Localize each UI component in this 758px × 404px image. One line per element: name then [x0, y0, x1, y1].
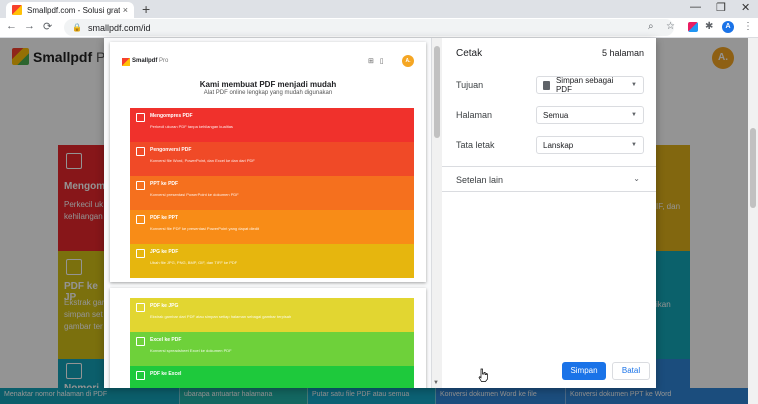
cancel-button[interactable]: Batal [612, 362, 650, 380]
zoom-icon[interactable]: ⌕ [648, 21, 654, 32]
minimize-icon[interactable]: — [690, 1, 701, 13]
print-settings: Cetak 5 halaman Tujuan Simpan sebagai PD… [442, 38, 656, 388]
chevron-down-icon: ▼ [631, 82, 637, 88]
browser-tab[interactable]: Smallpdf.com - Solusi gratis untu × [6, 2, 134, 18]
tool-desc: Perkecil ukuran PDF tanpa kehilangan kua… [150, 124, 233, 129]
preview-subtitle: Alat PDF online lengkap yang mudah digun… [203, 90, 333, 96]
chevron-down-icon: ⌄ [633, 174, 640, 183]
tool-desc: Ubah file JPG, PNG, BMP, GIF, dan TIFF k… [150, 260, 238, 265]
preview-scrollbar-thumb[interactable] [434, 46, 440, 138]
tab-close-icon[interactable]: × [123, 5, 128, 15]
smallpdf-favicon-icon [12, 5, 22, 15]
convert-icon [136, 147, 145, 156]
tool-desc: Konversi file Word, PowerPoint, dan Exce… [150, 158, 255, 163]
tool-name: PDF ke JPG [150, 303, 179, 309]
preview-tool: PDF ke JPG Ekstrak gambar dari PDF atau … [130, 298, 414, 332]
pages-value: Semua [543, 110, 569, 120]
url-text: smallpdf.com/id [87, 22, 151, 33]
destination-value: Simpan sebagai PDF [555, 76, 614, 94]
tool-name: Mengompres PDF [150, 113, 193, 119]
tool-desc: Ekstrak gambar dari PDF atau simpan seti… [150, 314, 292, 319]
extensions-puzzle-icon[interactable]: ✱ [705, 21, 713, 32]
new-tab-button[interactable]: + [142, 1, 150, 17]
ppt-icon [136, 215, 145, 224]
layout-value: Lanskap [543, 140, 574, 150]
preview-tool: JPG ke PDF Ubah file JPG, PNG, BMP, GIF,… [130, 244, 414, 278]
reload-icon[interactable]: ⟳ [43, 20, 52, 33]
image-icon [136, 249, 145, 258]
preview-tool: PDF ke Excel [130, 366, 414, 388]
preview-page-1: Smallpdf Pro ⊞ ▯ A. Kami membuat PDF men… [110, 42, 426, 282]
lock-icon: 🔒 [72, 23, 82, 32]
scroll-down-arrow-icon[interactable]: ▼ [433, 380, 439, 386]
image-icon [136, 303, 145, 312]
tool-desc: Konversi spreadsheet Excel ke dokumen PD… [150, 348, 232, 353]
preview-tool: Mengompres PDF Perkecil ukuran PDF tanpa… [130, 108, 414, 142]
menu-kebab-icon[interactable]: ⋮ [743, 21, 753, 32]
excel-icon [136, 337, 145, 346]
destination-select[interactable]: Simpan sebagai PDF ▼ [536, 76, 644, 94]
excel-icon [136, 371, 145, 380]
tool-name: PPT ke PDF [150, 181, 179, 187]
tool-name: JPG ke PDF [150, 249, 179, 255]
layout-label: Tata letak [456, 140, 495, 150]
ppt-icon [136, 181, 145, 190]
preview-tool: PDF ke PPT Konversi file PDF ke presenta… [130, 210, 414, 244]
tool-name: PDF ke PPT [150, 215, 179, 221]
maximize-icon[interactable]: ❐ [716, 1, 726, 14]
preview-title: Kami membuat PDF menjadi mudah [199, 80, 337, 89]
back-icon[interactable]: ← [6, 20, 17, 32]
pages-label: Halaman [456, 110, 493, 120]
tool-name: Excel ke PDF [150, 337, 182, 343]
preview-scrollbar[interactable]: ▼ [432, 38, 442, 388]
save-button[interactable]: Simpan [562, 362, 606, 380]
compress-icon [136, 113, 145, 122]
profile-avatar[interactable]: A [722, 21, 734, 33]
more-settings-toggle[interactable]: Setelan lain ⌄ [442, 166, 656, 192]
browser-toolbar: ← → ⟳ 🔒 smallpdf.com/id ⌕ ☆ ✱ A ⋮ [0, 18, 758, 38]
hand-cursor-icon [478, 368, 488, 382]
tool-desc: Konversi file PDF ke presentasi PowerPoi… [150, 226, 259, 231]
print-preview: Smallpdf Pro ⊞ ▯ A. Kami membuat PDF men… [104, 38, 432, 388]
tool-name: Pengonversi PDF [150, 147, 192, 153]
close-window-icon[interactable]: ✕ [741, 1, 750, 14]
bookmark-star-icon[interactable]: ☆ [666, 21, 675, 32]
preview-header-icons: ⊞ ▯ [368, 58, 384, 65]
preview-tool: Pengonversi PDF Konversi file Word, Powe… [130, 142, 414, 176]
chevron-down-icon: ▼ [631, 112, 637, 118]
forward-icon[interactable]: → [24, 20, 35, 32]
page-scrollbar[interactable] [748, 38, 758, 404]
layout-select[interactable]: Lanskap ▼ [536, 136, 644, 154]
more-settings-label: Setelan lain [456, 175, 504, 185]
preview-avatar: A. [402, 55, 414, 67]
smallpdf-logo-icon [122, 58, 130, 66]
browser-titlebar: Smallpdf.com - Solusi gratis untu × + — … [0, 0, 758, 18]
preview-tool: PPT ke PDF Konversi presentasi PowerPoin… [130, 176, 414, 210]
address-bar[interactable]: 🔒 smallpdf.com/id [64, 19, 674, 36]
page-scrollbar-thumb[interactable] [750, 128, 756, 208]
preview-tool: Excel ke PDF Konversi spreadsheet Excel … [130, 332, 414, 366]
extension-icon[interactable] [688, 22, 698, 32]
page-count: 5 halaman [601, 48, 644, 58]
tool-desc: Konversi presentasi PowerPoint ke dokume… [150, 192, 239, 197]
file-icon [543, 80, 550, 90]
destination-label: Tujuan [456, 80, 484, 90]
pages-select[interactable]: Semua ▼ [536, 106, 644, 124]
tool-name: PDF ke Excel [150, 371, 182, 377]
preview-page-2: PDF ke JPG Ekstrak gambar dari PDF atau … [110, 288, 426, 388]
chevron-down-icon: ▼ [631, 142, 637, 148]
tab-title: Smallpdf.com - Solusi gratis untu [27, 5, 120, 15]
print-title: Cetak [456, 48, 483, 59]
print-dialog: Smallpdf Pro ⊞ ▯ A. Kami membuat PDF men… [104, 38, 656, 388]
preview-brand: Smallpdf Pro [132, 58, 169, 64]
